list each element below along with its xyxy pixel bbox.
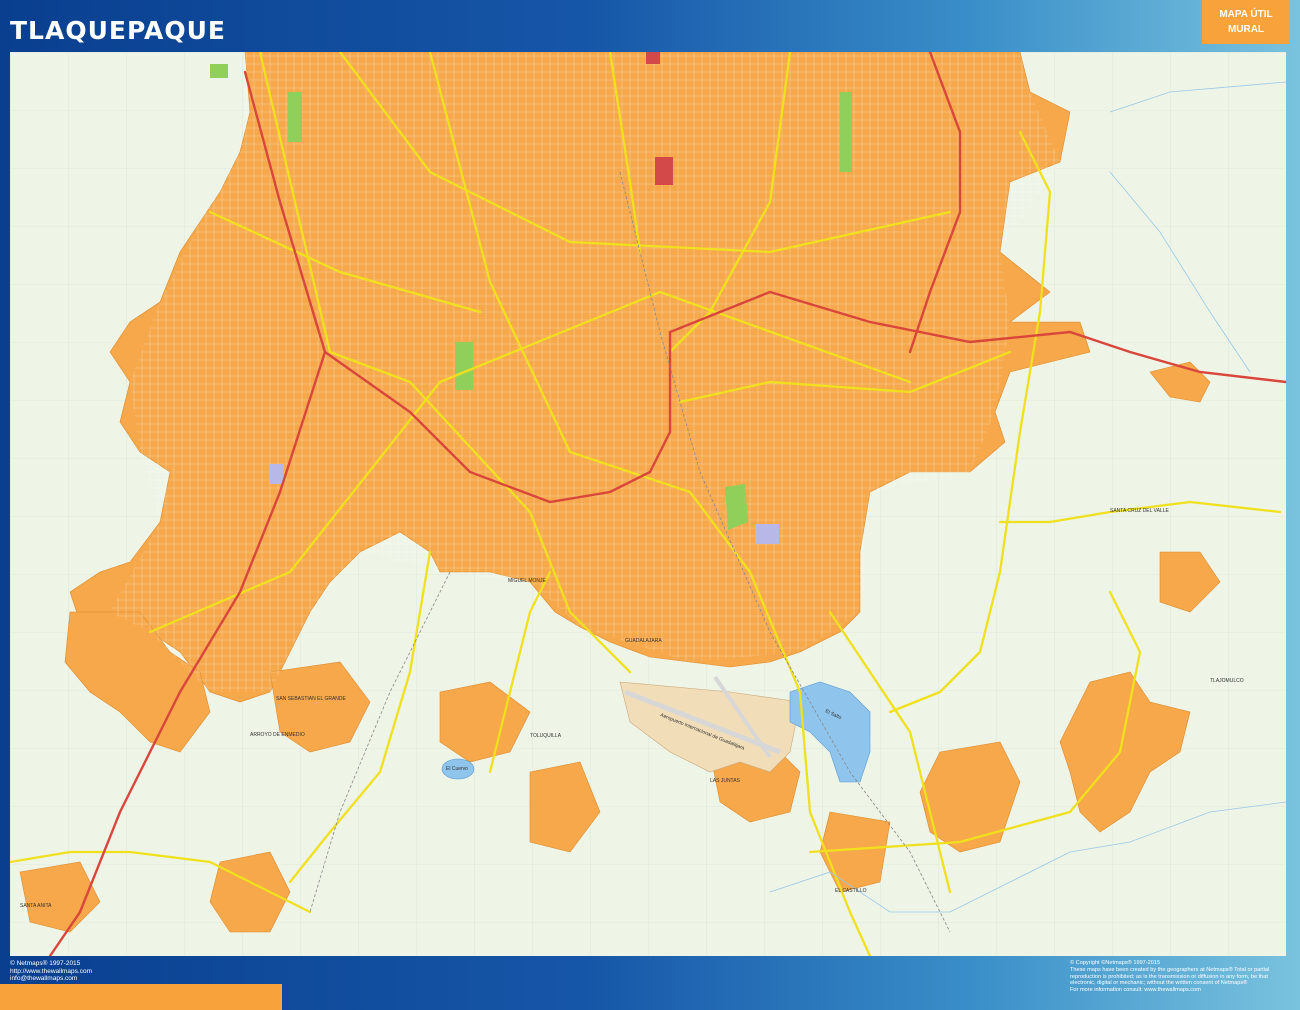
label-lake-el-cuervo: El Cuervo <box>446 766 468 772</box>
label-place-a: MIGUEL MONJE <box>508 578 547 584</box>
park-north-east <box>840 92 852 172</box>
park-west <box>455 342 473 390</box>
label-place-d: SANTA CRUZ DEL VALLE <box>1110 508 1169 514</box>
label-place-b: SAN SEBASTIAN EL GRANDE <box>276 696 346 702</box>
footer-right-line-1: © Copyright ©Netmaps® 1997-2015 <box>1070 960 1161 966</box>
footer-copyright: © Netmaps® 1997-2015 <box>10 960 81 967</box>
label-place-e: TOLUQUILLA <box>530 733 562 739</box>
label-place-h: LAS JUNTAS <box>710 778 741 784</box>
footer-right-line-5: For more information consult: www.thewal… <box>1070 987 1201 994</box>
park-south <box>725 484 748 530</box>
badge-line-2: MURAL <box>1227 24 1265 35</box>
footer-right-line-2: These maps have been created by the geog… <box>1070 966 1270 973</box>
map-frame: TLAQUEPAQUE MAPA ÚTIL MURAL El Salto El … <box>0 0 1300 1010</box>
zone-violet-1 <box>755 524 779 544</box>
zone-violet-2 <box>270 464 284 484</box>
park-north-west <box>288 92 302 142</box>
footer-accent-bar <box>0 984 282 1010</box>
badge-line-1: MAPA ÚTIL <box>1219 9 1273 20</box>
brand-badge[interactable]: MAPA ÚTIL MURAL <box>1202 0 1290 44</box>
map-canvas[interactable]: El Salto El Cuervo GUADALAJARA Aeropuert… <box>10 52 1286 956</box>
landmark-red-1 <box>655 157 673 185</box>
footer-right-line-4: electronic, digital or mechanic; without… <box>1070 980 1248 987</box>
label-place-c: ARROYO DE ENMEDIO <box>250 732 305 738</box>
map-title: TLAQUEPAQUE <box>10 16 226 45</box>
park-small-1 <box>210 64 228 78</box>
footer-email-link[interactable]: info@thewallmaps.com <box>10 975 92 983</box>
footer-right: © Copyright ©Netmaps® 1997-2015 These ma… <box>1070 960 1290 994</box>
footer-left: © Netmaps® 1997-2015 http://www.thewallm… <box>10 960 92 983</box>
label-place-f: EL CASTILLO <box>835 888 867 894</box>
street-map[interactable]: El Salto El Cuervo GUADALAJARA Aeropuert… <box>10 52 1286 956</box>
label-city: GUADALAJARA <box>625 638 662 644</box>
landmark-red-2 <box>646 52 660 64</box>
label-place-g: SANTA ANITA <box>20 903 52 909</box>
label-place-i: TLAJOMULCO <box>1210 678 1244 684</box>
footer-website-link[interactable]: http://www.thewallmaps.com <box>10 968 92 976</box>
